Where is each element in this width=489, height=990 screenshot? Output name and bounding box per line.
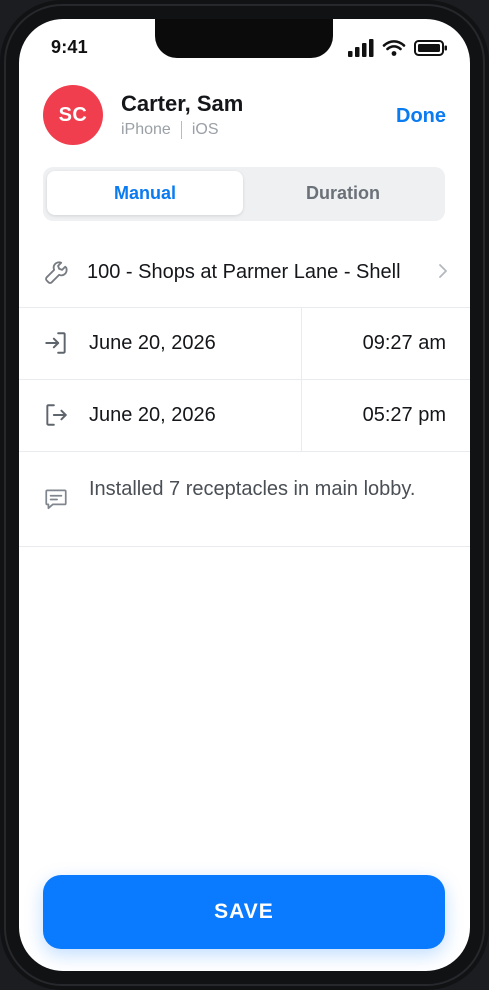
clock-out-icon: [43, 402, 69, 428]
clock-in-row: June 20, 2026 09:27 am: [19, 308, 470, 380]
clock-in-date[interactable]: June 20, 2026: [89, 332, 216, 355]
phone-frame: 9:41 SC Carter, Sam iPhone iOS Done Manu…: [0, 0, 489, 990]
job-selector-row[interactable]: 100 - Shops at Parmer Lane - Shell: [19, 239, 470, 308]
device-info: iPhone iOS: [121, 121, 219, 139]
column-divider: [301, 380, 302, 451]
avatar: SC: [43, 85, 103, 145]
wifi-icon: [382, 39, 406, 57]
device-label: iPhone: [121, 121, 171, 138]
clock-out-time[interactable]: 05:27 pm: [363, 404, 446, 427]
job-name: 100 - Shops at Parmer Lane - Shell: [87, 261, 401, 283]
device-separator: [180, 121, 182, 139]
clock-in-icon: [43, 330, 69, 356]
column-divider: [301, 308, 302, 379]
clock-in-time[interactable]: 09:27 am: [363, 332, 446, 355]
clock-out-date[interactable]: June 20, 2026: [89, 404, 216, 427]
wrench-icon: [43, 260, 69, 286]
app-screen: 9:41 SC Carter, Sam iPhone iOS Done Manu…: [19, 19, 470, 971]
notes-text: Installed 7 receptacles in main lobby.: [89, 478, 416, 500]
battery-icon: [414, 39, 448, 57]
status-icons: [348, 39, 448, 57]
status-time: 9:41: [51, 37, 88, 57]
comment-icon: [43, 486, 69, 512]
done-button[interactable]: Done: [396, 105, 446, 128]
profile-header: SC Carter, Sam iPhone iOS Done: [43, 85, 446, 145]
signal-icon: [348, 39, 374, 57]
os-label: iOS: [191, 121, 219, 138]
notes-row[interactable]: Installed 7 receptacles in main lobby.: [19, 452, 470, 547]
clock-out-row: June 20, 2026 05:27 pm: [19, 380, 470, 452]
user-name: Carter, Sam: [121, 91, 244, 116]
tab-duration[interactable]: Duration: [245, 171, 441, 215]
chevron-right-icon: [438, 263, 448, 284]
device-notch: [155, 19, 333, 58]
entry-mode-toggle: Manual Duration: [43, 167, 445, 221]
tab-manual[interactable]: Manual: [47, 171, 243, 215]
save-button[interactable]: SAVE: [43, 875, 445, 949]
